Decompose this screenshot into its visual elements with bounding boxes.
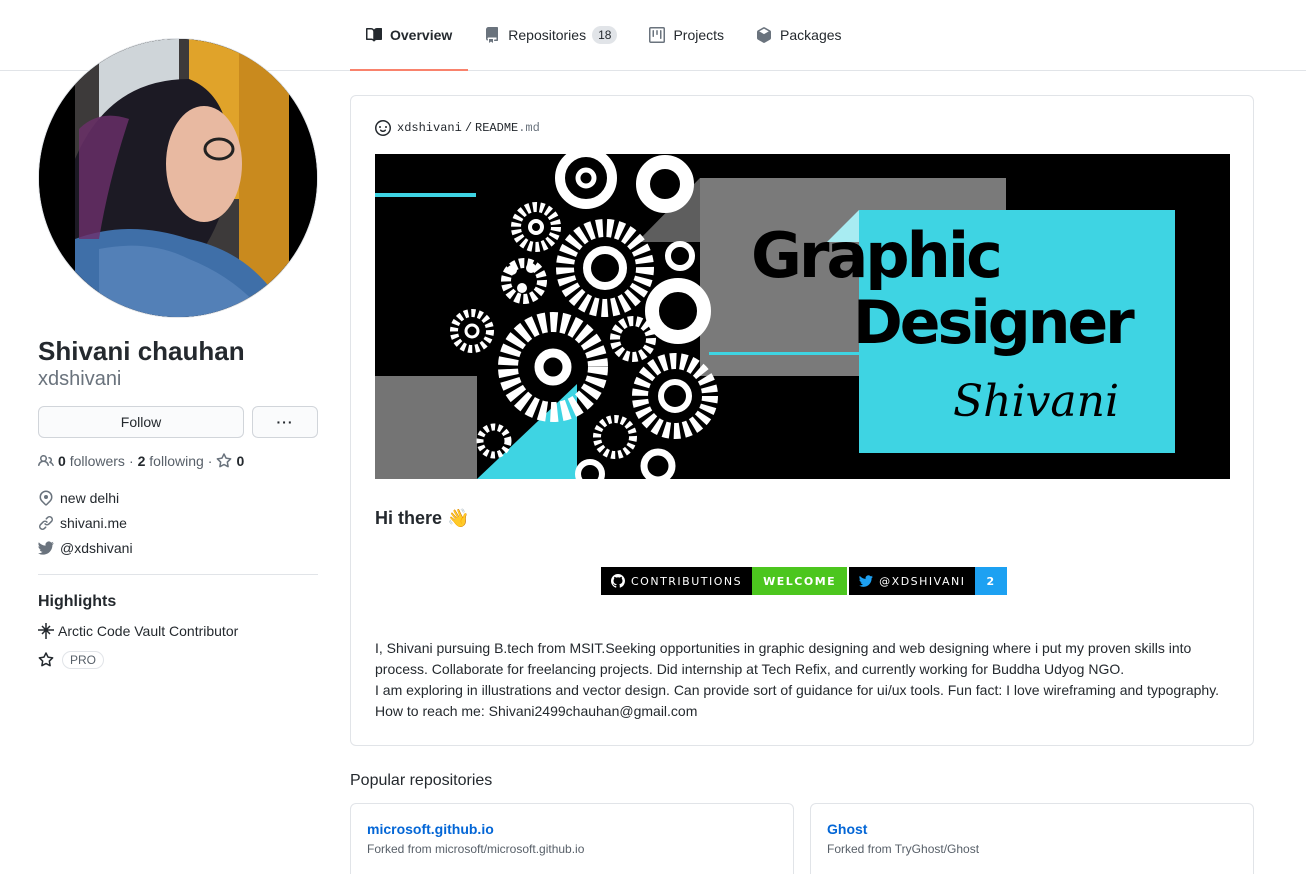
location-item: new delhi	[38, 485, 318, 510]
profile-username: xdshivani	[38, 368, 122, 390]
tab-overview-label: Overview	[390, 27, 453, 43]
banner-signature: Shivani	[953, 376, 1119, 427]
avatar[interactable]	[38, 38, 318, 318]
website-item: shivani.me	[38, 510, 318, 535]
repo-card: microsoft.github.io Forked from microsof…	[350, 803, 794, 874]
readme-badges: CONTRIBUTIONS WELCOME @XDSHIVANI 2	[601, 567, 1007, 595]
star-icon	[217, 453, 232, 468]
repositories-count-badge: 18	[592, 26, 618, 44]
repo-icon	[486, 27, 499, 43]
twitter-item: @xdshivani	[38, 535, 318, 560]
book-icon	[366, 27, 382, 42]
profile-details: new delhi shivani.me @xdshivani	[38, 485, 318, 560]
package-icon	[757, 27, 772, 43]
tab-packages-label: Packages	[780, 27, 842, 43]
followers-label: followers	[69, 453, 125, 469]
tab-repositories-label: Repositories	[508, 27, 587, 43]
twitter-link[interactable]: @xdshivani	[60, 540, 133, 556]
banner-title-line1: Graphic	[751, 219, 1000, 292]
readme-filename: README	[475, 121, 519, 135]
readme-path-separator: /	[464, 121, 473, 135]
location-text: new delhi	[60, 489, 120, 506]
repo-fork-source: Forked from TryGhost/Ghost	[827, 842, 980, 856]
github-icon	[611, 574, 625, 588]
readme-file-ext: .md	[518, 121, 540, 135]
banner-title-line2: Designer	[853, 288, 1135, 358]
contributions-badge-left: CONTRIBUTIONS	[631, 574, 743, 588]
readme-bio: I, Shivani pursuing B.tech from MSIT.See…	[375, 638, 1235, 722]
tab-overview[interactable]: Overview	[350, 0, 469, 71]
contributions-badge[interactable]: CONTRIBUTIONS WELCOME	[601, 567, 848, 595]
tab-packages[interactable]: Packages	[740, 0, 857, 70]
website-link[interactable]: shivani.me	[60, 515, 127, 531]
readme-owner-link[interactable]: xdshivani	[397, 121, 462, 135]
readme-greeting: Hi there 👋	[375, 508, 470, 528]
twitter-badge-left: @XDSHIVANI	[879, 574, 966, 588]
following-label: following	[149, 453, 204, 469]
snowflake-icon	[38, 623, 54, 639]
followers-count: 0	[58, 453, 66, 469]
following-link[interactable]: 2 following	[138, 453, 204, 469]
repo-name-link[interactable]: Ghost	[827, 821, 1237, 837]
profile-sidebar: Shivani chauhan xdshivani Follow ··· 0 f…	[38, 38, 318, 669]
repo-fork-source: Forked from microsoft/microsoft.github.i…	[367, 842, 585, 856]
highlight-arctic-vault[interactable]: Arctic Code Vault Contributor	[38, 623, 318, 639]
twitter-icon	[38, 541, 54, 555]
tab-projects[interactable]: Projects	[633, 0, 740, 70]
bio-line: I, Shivani pursuing B.tech from MSIT.See…	[375, 640, 1192, 677]
sidebar-divider	[38, 574, 318, 575]
repo-card: Ghost Forked from TryGhost/Ghost	[810, 803, 1254, 874]
profile-actions: Follow ···	[38, 406, 318, 438]
location-icon	[39, 489, 53, 506]
highlights-title: Highlights	[38, 593, 117, 610]
contributions-badge-right: WELCOME	[752, 567, 848, 595]
readme-card: xdshivani / README .md Graphic Designer …	[350, 95, 1254, 746]
repo-name-link[interactable]: microsoft.github.io	[367, 821, 777, 837]
follow-stats: 0 followers · 2 following · 0	[38, 453, 318, 469]
more-options-button[interactable]: ···	[252, 406, 318, 438]
people-icon	[38, 454, 54, 467]
bio-line: I am exploring in illustrations and vect…	[375, 682, 1220, 698]
twitter-badge[interactable]: @XDSHIVANI 2	[849, 567, 1007, 595]
popular-repos-title: Popular repositories	[350, 772, 493, 789]
profile-fullname: Shivani chauhan	[38, 336, 245, 366]
followers-link[interactable]: 0 followers	[58, 453, 125, 469]
graphic-designer-banner: Graphic Designer Shivani	[375, 154, 1230, 479]
highlight-pro: PRO	[38, 651, 318, 669]
banner-artwork: Graphic Designer Shivani	[375, 154, 1230, 479]
tab-projects-label: Projects	[673, 27, 725, 43]
link-icon	[39, 515, 53, 530]
readme-header: xdshivani / README .md	[375, 120, 540, 136]
highlight-arctic-label: Arctic Code Vault Contributor	[58, 623, 239, 639]
following-count: 2	[137, 453, 146, 469]
bio-line: How to reach me: Shivani2499chauhan@gmai…	[375, 703, 698, 719]
stars-link[interactable]: 0	[216, 453, 244, 469]
avatar-photo	[39, 39, 317, 317]
tab-repositories[interactable]: Repositories 18	[468, 0, 633, 70]
project-icon	[649, 27, 666, 43]
smiley-icon	[375, 120, 391, 136]
pro-badge: PRO	[62, 651, 105, 669]
twitter-icon	[859, 575, 873, 587]
stars-count: 0	[236, 453, 245, 469]
tab-list: Overview Repositories 18 Projects Packag…	[350, 0, 858, 71]
twitter-badge-right: 2	[975, 567, 1007, 595]
follow-button[interactable]: Follow	[38, 406, 244, 438]
star-outline-icon	[38, 652, 54, 667]
